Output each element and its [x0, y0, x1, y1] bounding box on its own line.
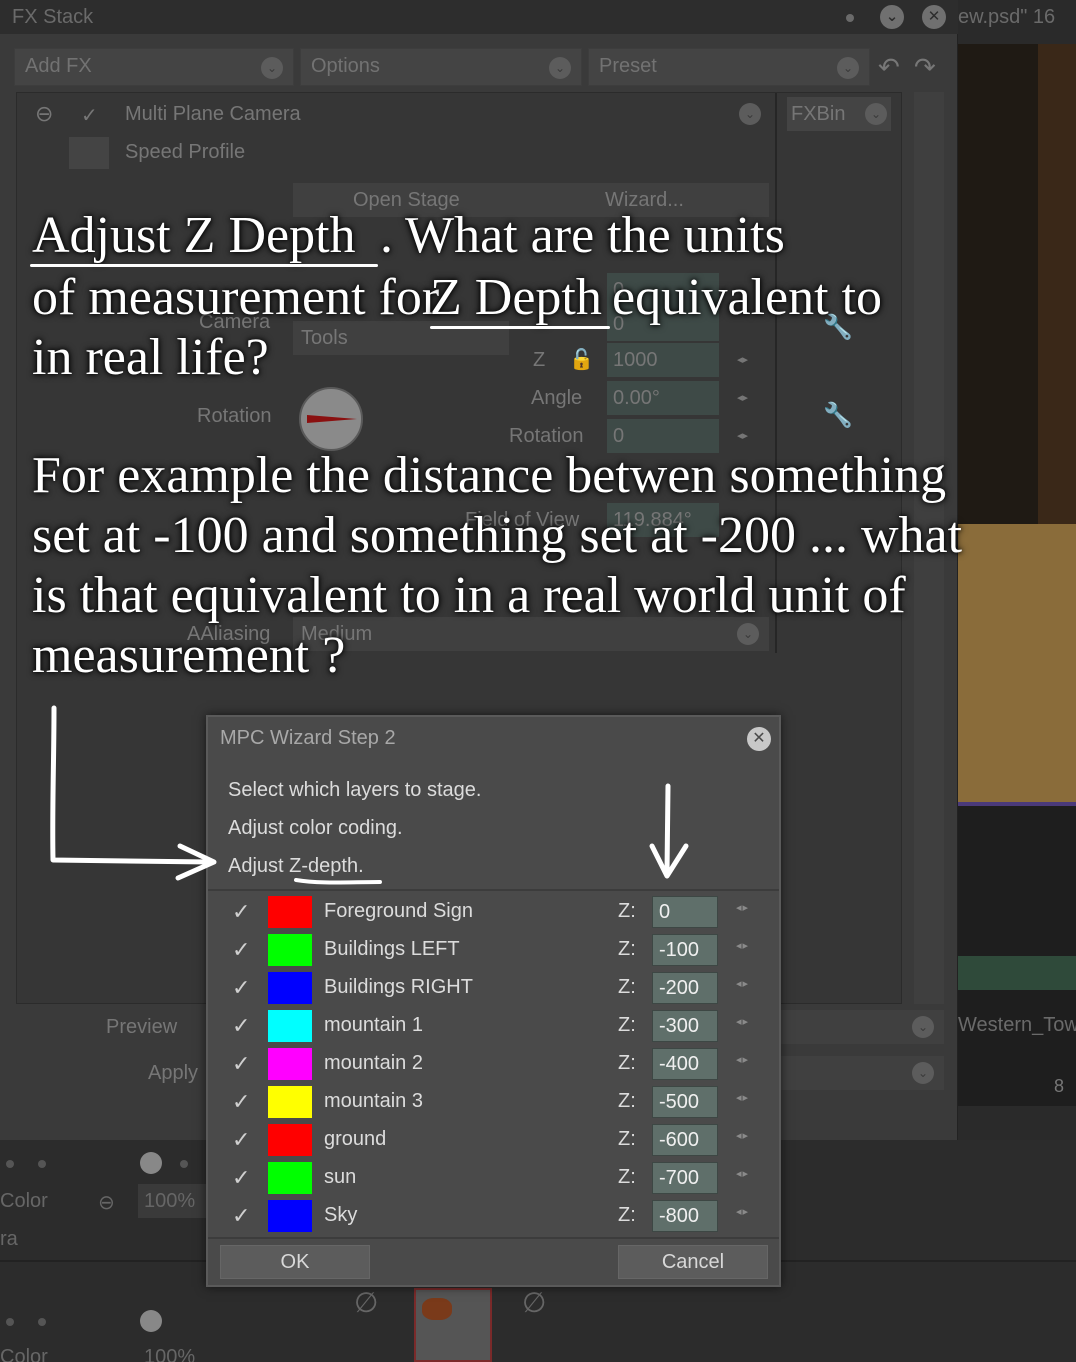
down-arrow: [664, 783, 671, 875]
pointer-arrow: [50, 705, 213, 865]
underline-z-depth-dialog: [294, 878, 382, 885]
annotation-layer: [50, 705, 689, 885]
